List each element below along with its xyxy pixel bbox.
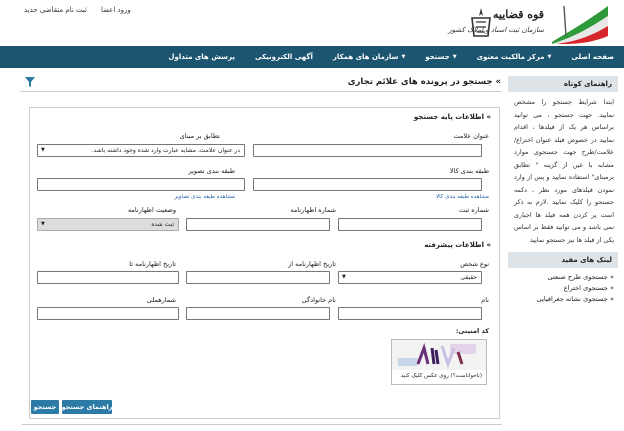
person-type-select[interactable]: ▼ حقیقی [338,271,482,284]
image-class-input[interactable] [37,178,245,191]
date-from-input[interactable] [186,271,330,284]
register-link[interactable]: ثبت نام متقاضی جدید [24,6,87,14]
nav-e-notice[interactable]: آگهی الکترونیکی [255,53,313,61]
reg-no-input[interactable] [338,218,482,231]
title-arrow: » [495,77,502,87]
goods-class-input[interactable] [253,178,482,191]
nav-partners[interactable]: ▼ سازمان های همکار [333,53,405,61]
main-bottom-divider [22,424,502,425]
logo-title: قوه قضاییه [493,8,544,21]
last-name-input[interactable] [186,307,330,320]
image-class-label: طبقه بندی تصویر [188,167,235,175]
page-title-text: جستجو در پرونده های علائم تجاری [347,77,493,87]
search-form: » اطلاعات پایه جستجو عنوان علامت تطابق ب… [29,107,500,419]
mark-title-label: عنوان علامت [453,132,489,140]
decl-no-input[interactable] [186,218,330,231]
basic-section-title: اطلاعات پایه جستجو [413,113,485,121]
captcha-label: کد امنیتی: [455,327,489,335]
link-label: جستجوی اختراع [563,284,608,292]
date-to-input[interactable] [37,271,179,284]
nav-faq[interactable]: پرسش های متداول [168,53,235,61]
first-name-label: نام [481,296,489,304]
match-label: تطابق بر مبنای [179,132,220,140]
link-label: جستجوی نشانه جغرافیایی [536,295,608,303]
useful-links-title: لینک های مفید [508,252,618,268]
link-patent[interactable]: » جستجوی اختراع [508,283,614,294]
search-button[interactable]: جستجو [31,400,59,414]
iran-flag-icon [552,5,608,44]
site-logo[interactable]: قوه قضاییه سازمان ثبت اسناد و املاک کشور [440,2,610,44]
first-name-input[interactable] [338,307,482,320]
nav-e-notice-label: آگهی الکترونیکی [254,53,313,61]
last-name-label: نام خانوادگی [301,296,336,304]
top-links: ورود اعضا ثبت نام متقاضی جدید [24,6,131,14]
nav-search-label: جستجو [425,53,450,61]
nav-faq-label: پرسش های متداول [168,53,235,61]
top-header: ورود اعضا ثبت نام متقاضی جدید قوه قضاییه… [0,0,624,46]
guide-text: ابتدا شرایط جستجو را مشخص نمایید. جهت جس… [514,98,614,244]
goods-class-link[interactable]: مشاهده طبقه بندی کالا [436,194,489,200]
nav-search[interactable]: ▼ جستجو [425,53,456,61]
goods-class-label: طبقه بندی کالا [449,167,489,175]
decl-status-value: ثبت شده [151,221,174,228]
link-label: جستجوی طرح صنعتی [547,273,608,281]
basic-section-heading: » اطلاعات پایه جستجو [413,113,491,121]
chevron-down-icon: ▼ [41,147,45,153]
image-class-link[interactable]: مشاهده طبقه بندی تصاویر [174,194,235,200]
nav-partners-label: سازمان های همکار [332,53,399,61]
person-type-value: حقیقی [460,274,477,281]
nav-ip-center[interactable]: ▼ مرکز مالکیت معنوی [477,53,552,61]
reg-no-label: شماره ثبت [459,206,489,214]
chevron-down-icon: ▼ [401,54,406,60]
nav-ip-center-label: مرکز مالکیت معنوی [476,53,545,61]
title-divider [20,91,501,92]
chevron-down-icon: ▼ [452,54,457,60]
mark-title-input[interactable] [253,144,482,157]
sidebar: راهنمای کوتاه ابتدا شرایط جستجو را مشخص … [508,76,618,305]
date-from-label: تاریخ اظهارنامه از [288,260,336,268]
decl-status-select[interactable]: ▼ ثبت شده [37,218,179,231]
captcha-hint: (ناخواناست؟) روی عکس کلیک کنید [400,373,482,379]
match-select[interactable]: ▼ در عنوان علامت، مشابه عبارت وارد شده وج… [37,144,245,157]
search-main: » جستجو در پرونده های علائم تجاری » اطلا… [20,74,501,422]
filter-icon[interactable] [24,76,36,88]
chevron-down-icon: ▼ [547,54,552,60]
match-value: در عنوان علامت، مشابه عبارت وارد شده وجو… [91,147,240,154]
decl-status-label: وضعیت اظهارنامه [127,206,176,214]
captcha-graphic [392,340,486,370]
main-nav: صفحه اصلی ▼ مرکز مالکیت معنوی ▼ جستجو ▼ ساز… [0,46,624,68]
nav-home-label: صفحه اصلی [571,53,614,61]
guide-box: راهنمای کوتاه ابتدا شرایط جستجو را مشخص … [508,76,618,252]
nav-home[interactable]: صفحه اصلی [571,53,614,61]
logo-subtitle: سازمان ثبت اسناد و املاک کشور [448,26,544,34]
page-title: » جستجو در پرونده های علائم تجاری [348,77,501,87]
judiciary-emblem-icon [471,8,491,37]
login-link[interactable]: ورود اعضا [101,6,131,14]
person-type-label: نوع شخص [460,260,489,268]
captcha-image[interactable]: (ناخواناست؟) روی عکس کلیک کنید [391,339,487,385]
national-id-label: شمارهملی [146,296,176,304]
search-guide-button[interactable]: راهنمای جستجو [62,400,112,414]
useful-links-list: » جستجوی طرح صنعتی » جستجوی اختراع » جست… [508,268,618,305]
useful-links-box: لینک های مفید » جستجوی طرح صنعتی » جستجو… [508,252,618,305]
national-id-input[interactable] [37,307,179,320]
advanced-section-title: اطلاعات پیشرفته [424,241,485,249]
date-to-label: تاریخ اظهارنامه تا [129,260,176,268]
link-industrial-design[interactable]: » جستجوی طرح صنعتی [508,272,614,283]
chevron-down-icon: ▼ [41,221,45,227]
link-geo-indication[interactable]: » جستجوی نشانه جغرافیایی [508,294,614,305]
advanced-section-heading: » اطلاعات پیشرفته [424,241,491,249]
decl-no-label: شماره اظهارنامه [290,206,336,214]
chevron-down-icon: ▼ [342,274,346,280]
guide-title: راهنمای کوتاه [508,76,618,92]
